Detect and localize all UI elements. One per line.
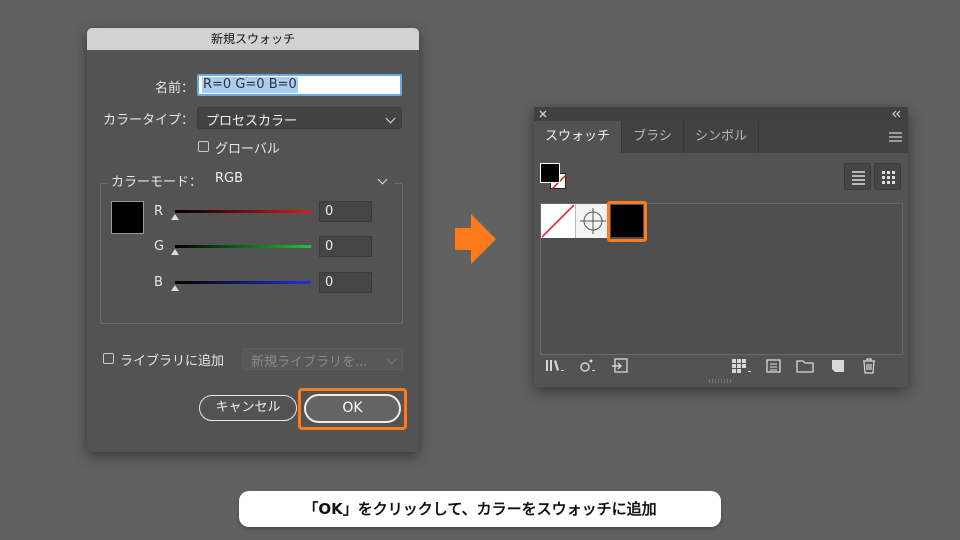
color-folder-icon[interactable] [796, 358, 814, 374]
registration-mark-icon [580, 208, 606, 234]
color-type-select[interactable]: プロセスカラー [197, 107, 402, 129]
new-swatch-icon[interactable] [830, 358, 846, 374]
global-checkbox[interactable] [198, 141, 209, 152]
color-mode-value: RGB [215, 171, 244, 186]
g-slider-track[interactable] [175, 245, 311, 248]
collapse-icon[interactable] [892, 110, 902, 118]
tab-swatches[interactable]: スウォッチ [534, 121, 622, 153]
new-color-group-icon[interactable] [732, 358, 752, 374]
grid-view-button[interactable] [874, 163, 901, 190]
library-select[interactable]: 新規ライブラリを... [242, 348, 403, 370]
global-label: グローバル [215, 142, 280, 157]
slider-b-label: B [154, 275, 163, 290]
b-slider-thumb[interactable] [171, 285, 179, 291]
add-to-library-checkbox[interactable] [103, 353, 114, 364]
swatch-registration[interactable] [575, 204, 609, 238]
color-type-label: カラータイプ： [102, 113, 194, 128]
r-slider-track[interactable] [175, 210, 311, 213]
name-label: 名前： [154, 81, 194, 96]
b-value-field[interactable]: 0 [319, 272, 372, 293]
r-value: 0 [325, 204, 334, 219]
chevron-down-icon [386, 354, 397, 365]
dialog-title: 新規スウォッチ [87, 28, 419, 50]
new-swatch-highlight [607, 201, 647, 242]
resize-grip-icon[interactable] [709, 379, 733, 383]
swatch-name-input[interactable]: R=0 G=0 B=0 [197, 74, 402, 96]
delete-swatch-icon[interactable] [861, 358, 877, 374]
color-preview-swatch [111, 201, 144, 234]
r-value-field[interactable]: 0 [319, 201, 372, 222]
chevron-down-icon [385, 113, 396, 124]
panel-header [534, 107, 908, 121]
b-value: 0 [325, 275, 334, 290]
color-mode-label: カラーモード： [111, 175, 203, 190]
show-kind-menu-icon[interactable] [579, 358, 597, 374]
swatches-panel: スウォッチ ブラシ シンボル [534, 107, 908, 387]
chevron-down-icon [377, 174, 388, 185]
swatch-none[interactable] [541, 204, 575, 238]
none-slash-icon [541, 204, 575, 238]
panel-menu-icon[interactable] [889, 132, 902, 142]
fill-indicator[interactable] [540, 163, 560, 183]
cancel-button[interactable]: キャンセル [199, 395, 297, 421]
place-swatch-icon[interactable] [611, 358, 629, 374]
slider-r-label: R [154, 204, 164, 219]
tab-brushes[interactable]: ブラシ [622, 121, 684, 153]
slider-g-label: G [154, 239, 165, 254]
library-menu-icon[interactable] [546, 358, 568, 374]
tab-symbols[interactable]: シンボル [684, 121, 759, 153]
panel-tabbar: スウォッチ ブラシ シンボル [534, 121, 908, 153]
g-slider-thumb[interactable] [171, 249, 179, 255]
caption: 「OK」をクリックして、カラーをスウォッチに追加 [239, 491, 721, 527]
close-icon[interactable] [539, 110, 547, 118]
add-to-library-label: ライブラリに追加 [120, 354, 225, 369]
grid-view-icon [882, 171, 895, 184]
color-mode-select[interactable]: RGB [207, 168, 394, 189]
g-value: 0 [325, 239, 334, 254]
swatch-options-icon[interactable] [766, 358, 782, 374]
list-view-icon [852, 171, 865, 185]
arrow-right-icon [471, 214, 496, 264]
ok-button[interactable]: OK [304, 394, 401, 423]
library-placeholder: 新規ライブラリを... [251, 355, 368, 370]
list-view-button[interactable] [844, 163, 871, 190]
r-slider-thumb[interactable] [171, 214, 179, 220]
g-value-field[interactable]: 0 [319, 236, 372, 257]
new-swatch-dialog: 新規スウォッチ 名前： R=0 G=0 B=0 カラータイプ： プロセスカラー … [87, 28, 419, 452]
swatch-name-value: R=0 G=0 B=0 [202, 77, 298, 93]
b-slider-track[interactable] [175, 281, 311, 284]
color-type-value: プロセスカラー [206, 114, 298, 129]
